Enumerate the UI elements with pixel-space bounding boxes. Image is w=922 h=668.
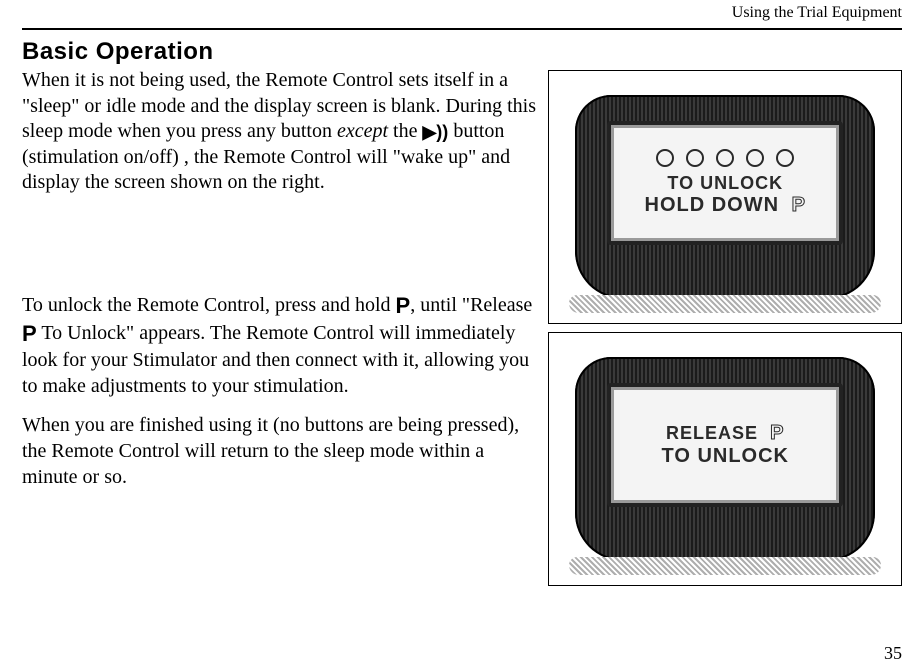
running-head: Using the Trial Equipment: [22, 4, 902, 22]
lcd2-line1-text: Release: [666, 423, 764, 443]
lcd1-line1: To Unlock: [667, 173, 783, 194]
circle-icon: [776, 149, 794, 167]
circle-icon: [656, 149, 674, 167]
figure-unlock-prompt: To Unlock Hold Down P: [548, 70, 902, 324]
lcd-screen-1: To Unlock Hold Down P: [607, 121, 843, 245]
stimulation-icon: ▶)): [422, 122, 448, 142]
lcd-p-icon: P: [792, 194, 806, 216]
lcd-p-icon-2: P: [770, 422, 784, 444]
content-row: When it is not being used, the Remote Co…: [22, 68, 902, 586]
circle-icon: [716, 149, 734, 167]
p-button-glyph: P: [396, 293, 411, 318]
p2-text-c: To Unlock" appears. The Remote Control w…: [22, 322, 529, 397]
remote-device-illustration-2: Release P To Unlock: [575, 357, 875, 561]
p2-text-a: To unlock the Remote Control, press and …: [22, 294, 396, 316]
paragraph-2: To unlock the Remote Control, press and …: [22, 292, 540, 400]
lcd1-line2-text: Hold Down: [645, 194, 786, 216]
p2-text-b: , until "Release: [410, 294, 532, 316]
figure-column: To Unlock Hold Down P Release P To Unloc…: [548, 70, 902, 586]
figure-release-prompt: Release P To Unlock: [548, 332, 902, 586]
lcd1-line2: Hold Down P: [645, 194, 806, 217]
horizontal-rule: [22, 28, 902, 30]
paragraph-3: When you are finished using it (no butto…: [22, 413, 540, 490]
text-column: When it is not being used, the Remote Co…: [22, 68, 540, 586]
paragraph-1: When it is not being used, the Remote Co…: [22, 68, 540, 196]
p1-except-italic: except: [337, 120, 388, 142]
page-number: 35: [884, 643, 902, 664]
circle-icon: [686, 149, 704, 167]
p1-text-c: the: [388, 120, 422, 142]
p-button-glyph-2: P: [22, 321, 37, 346]
lcd-screen-2: Release P To Unlock: [607, 383, 843, 507]
lcd2-line2: To Unlock: [661, 445, 789, 468]
remote-device-illustration: To Unlock Hold Down P: [575, 95, 875, 299]
lcd2-line1: Release P: [666, 422, 784, 445]
section-title: Basic Operation: [22, 38, 902, 66]
circle-icon: [746, 149, 764, 167]
lcd-indicator-circles: [656, 149, 794, 167]
document-page: Using the Trial Equipment Basic Operatio…: [0, 0, 922, 668]
